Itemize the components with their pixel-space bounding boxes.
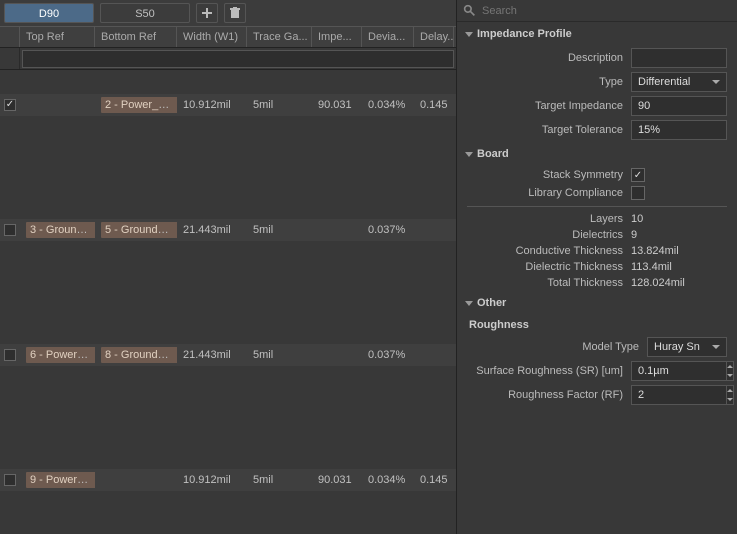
table-row[interactable]: 2 - Power_M...10.912mil5mil90.0310.034%0… xyxy=(0,94,456,116)
input-target-tolerance[interactable] xyxy=(631,120,727,140)
step-down-icon[interactable] xyxy=(727,371,733,380)
tab-s50[interactable]: S50 xyxy=(100,3,190,23)
cell-top-ref: 6 - Power_in... xyxy=(20,346,95,364)
value-layers: 10 xyxy=(631,213,727,225)
cell-width: 10.912mil xyxy=(177,471,247,489)
chevron-down-icon xyxy=(712,345,720,349)
grid-body[interactable]: 2 - Power_M...10.912mil5mil90.0310.034%0… xyxy=(0,70,456,534)
stepper-surface-roughness[interactable] xyxy=(631,361,727,381)
cell-width: 21.443mil xyxy=(177,346,247,364)
value-dielectrics: 9 xyxy=(631,229,727,241)
filter-input[interactable] xyxy=(22,50,454,68)
cell-bottom-ref: 5 - Ground_i... xyxy=(95,221,177,239)
input-description[interactable] xyxy=(631,48,727,68)
label-roughness-factor: Roughness Factor (RF) xyxy=(467,389,623,401)
cell-gap: 5mil xyxy=(247,96,312,114)
table-row[interactable]: 6 - Power_in...8 - Ground_i...21.443mil5… xyxy=(0,344,456,366)
cell-deviation: 0.034% xyxy=(362,96,414,114)
label-model-type: Model Type xyxy=(467,341,639,353)
cell-impedance xyxy=(312,352,362,358)
value-total-thickness: 128.024mil xyxy=(631,277,727,289)
cell-width: 21.443mil xyxy=(177,221,247,239)
label-layers: Layers xyxy=(467,213,623,225)
col-top-ref[interactable]: Top Ref xyxy=(20,27,95,47)
cell-deviation: 0.037% xyxy=(362,346,414,364)
input-roughness-factor[interactable] xyxy=(631,385,727,405)
delete-button[interactable] xyxy=(224,3,246,23)
grid-header: Top Ref Bottom Ref Width (W1) Trace Ga..… xyxy=(0,26,456,48)
label-total-thickness: Total Thickness xyxy=(467,277,623,289)
input-surface-roughness[interactable] xyxy=(631,361,727,381)
cell-width: 10.912mil xyxy=(177,96,247,114)
col-impedance[interactable]: Impe... xyxy=(312,27,362,47)
cell-deviation: 0.034% xyxy=(362,471,414,489)
roughness-subhead: Roughness xyxy=(457,315,737,335)
table-row[interactable]: 9 - Power_Bot 10.912mil5mil90.0310.034%0.… xyxy=(0,469,456,491)
cell-deviation: 0.037% xyxy=(362,221,414,239)
tab-d90[interactable]: D90 xyxy=(4,3,94,23)
search-row xyxy=(457,0,737,22)
col-bottom-ref[interactable]: Bottom Ref xyxy=(95,27,177,47)
trash-icon xyxy=(229,7,241,19)
select-type-value: Differential xyxy=(638,76,690,88)
select-model-type[interactable]: Huray Sn xyxy=(647,337,727,357)
checkbox-library-compliance[interactable] xyxy=(631,186,645,200)
cell-bottom-ref: 8 - Ground_i... xyxy=(95,346,177,364)
value-cond-thickness: 13.824mil xyxy=(631,245,727,257)
cell-top-ref: 3 - Ground_... xyxy=(20,221,95,239)
plus-icon xyxy=(201,7,213,19)
cell-impedance: 90.031 xyxy=(312,471,362,489)
label-surface-roughness: Surface Roughness (SR) [um] xyxy=(467,365,623,377)
label-dielectrics: Dielectrics xyxy=(467,229,623,241)
cell-delay: 0.145 xyxy=(414,471,454,489)
col-trace-gap[interactable]: Trace Ga... xyxy=(247,27,312,47)
cell-gap: 5mil xyxy=(247,346,312,364)
cell-top-ref: 9 - Power_Bot xyxy=(20,471,95,489)
step-up-icon[interactable] xyxy=(727,386,733,395)
col-delay[interactable]: Delay... xyxy=(414,27,454,47)
cell-impedance: 90.031 xyxy=(312,96,362,114)
step-up-icon[interactable] xyxy=(727,362,733,371)
table-row[interactable]: 3 - Ground_...5 - Ground_i...21.443mil5m… xyxy=(0,219,456,241)
cell-impedance xyxy=(312,227,362,233)
row-checkbox[interactable] xyxy=(4,224,16,236)
cell-gap: 5mil xyxy=(247,221,312,239)
section-impedance-profile[interactable]: Impedance Profile xyxy=(457,22,737,46)
stepper-roughness-factor[interactable] xyxy=(631,385,727,405)
add-button[interactable] xyxy=(196,3,218,23)
cell-bottom-ref: 2 - Power_M... xyxy=(95,96,177,114)
select-type[interactable]: Differential xyxy=(631,72,727,92)
section-other[interactable]: Other xyxy=(457,291,737,315)
step-down-icon[interactable] xyxy=(727,395,733,404)
input-target-impedance[interactable] xyxy=(631,96,727,116)
chevron-down-icon xyxy=(712,80,720,84)
value-diel-thickness: 113.4mil xyxy=(631,261,727,273)
select-model-type-value: Huray Sn xyxy=(654,341,700,353)
col-width[interactable]: Width (W1) xyxy=(177,27,247,47)
label-type: Type xyxy=(467,76,623,88)
filter-row xyxy=(0,48,456,70)
label-stack-symmetry: Stack Symmetry xyxy=(467,169,623,181)
search-icon xyxy=(463,4,476,17)
label-library-compliance: Library Compliance xyxy=(467,187,623,199)
cell-delay xyxy=(414,227,454,233)
label-target-impedance: Target Impedance xyxy=(467,100,623,112)
label-description: Description xyxy=(467,52,623,64)
section-board[interactable]: Board xyxy=(457,142,737,166)
row-checkbox[interactable] xyxy=(4,474,16,486)
col-deviation[interactable]: Devia... xyxy=(362,27,414,47)
label-target-tolerance: Target Tolerance xyxy=(467,124,623,136)
label-cond-thickness: Conductive Thickness xyxy=(467,245,623,257)
checkbox-stack-symmetry[interactable] xyxy=(631,168,645,182)
label-diel-thickness: Dielectric Thickness xyxy=(467,261,623,273)
row-checkbox[interactable] xyxy=(4,349,16,361)
row-checkbox[interactable] xyxy=(4,99,16,111)
cell-delay xyxy=(414,352,454,358)
cell-delay: 0.145 xyxy=(414,96,454,114)
cell-bottom-ref xyxy=(95,477,177,483)
cell-top-ref xyxy=(20,102,95,108)
search-input[interactable] xyxy=(482,5,731,17)
cell-gap: 5mil xyxy=(247,471,312,489)
